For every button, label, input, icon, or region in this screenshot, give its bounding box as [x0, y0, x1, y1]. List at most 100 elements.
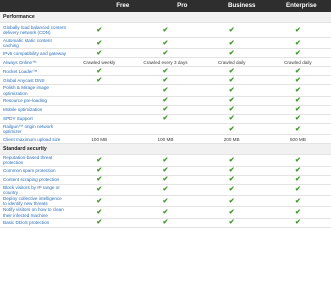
plan-cell: ✔: [198, 195, 265, 208]
checkmark-icon: ✔: [228, 125, 235, 133]
checkmark-icon: ✔: [96, 156, 103, 164]
plan-cell-value: 100 MB: [132, 134, 199, 145]
checkmark-icon: ✔: [228, 219, 235, 227]
checkmark-icon: ✔: [162, 76, 169, 84]
plan-cell: ✔: [264, 105, 331, 115]
feature-row: IPv6 compatibility and gateway ✔ ✔ ✔ ✔: [0, 48, 331, 59]
checkmark-icon: ✔: [294, 156, 301, 164]
feature-link[interactable]: Rocket Loader™: [0, 66, 67, 77]
plan-cell: ✔: [132, 96, 199, 106]
checkmark-icon: ✔: [228, 197, 235, 205]
checkmark-icon: ✔: [162, 176, 169, 184]
feature-link[interactable]: Block visitors by IP range or country: [0, 184, 67, 197]
checkmark-icon: ✔: [228, 97, 235, 105]
feature-row: Notify visitors on how to clean their in…: [0, 206, 331, 219]
plan-cell-value: 500 MB: [264, 134, 331, 145]
plan-cell: ✔: [198, 218, 265, 228]
plan-cell: ✔: [132, 105, 199, 115]
plan-cell: ✔: [66, 48, 133, 59]
checkmark-icon: ✔: [294, 26, 301, 34]
checkmark-icon: ✔: [228, 176, 235, 184]
plan-cell-empty: [66, 114, 133, 124]
plan-cell: ✔: [198, 154, 265, 167]
feature-link[interactable]: Resource pre-loading: [0, 96, 67, 106]
checkmark-icon: ✔: [228, 87, 235, 95]
plan-cell: ✔: [264, 22, 331, 38]
checkmark-icon: ✔: [96, 76, 103, 84]
checkmark-icon: ✔: [162, 106, 169, 114]
checkmark-icon: ✔: [96, 167, 103, 175]
feature-link[interactable]: Content scraping protection: [0, 175, 67, 185]
checkmark-icon: ✔: [96, 209, 103, 217]
checkmark-icon: ✔: [228, 209, 235, 217]
checkmark-icon: ✔: [294, 125, 301, 133]
plan-cell: ✔: [264, 123, 331, 136]
checkmark-icon: ✔: [96, 39, 103, 47]
checkmark-icon: ✔: [162, 219, 169, 227]
checkmark-icon: ✔: [228, 67, 235, 75]
plan-business-header[interactable]: Business: [212, 0, 272, 12]
plan-cell-value: Crawled every 3 days: [132, 57, 199, 68]
feature-row: Reputation-based threat protection ✔ ✔ ✔ ✔: [0, 154, 331, 167]
plan-cell-value: Crawled daily: [198, 57, 265, 68]
feature-grid: Performance Globally load balanced conten…: [0, 12, 331, 228]
plan-cell: ✔: [264, 154, 331, 167]
section-header: Standard security: [0, 143, 331, 156]
feature-link[interactable]: Common spam protection: [0, 166, 67, 176]
plan-cell: ✔: [198, 84, 265, 97]
feature-link[interactable]: Client maximum upload size: [0, 134, 67, 145]
feature-link[interactable]: Polish & Mirage image optimization: [0, 84, 67, 97]
feature-link[interactable]: SPDY Support: [0, 114, 67, 124]
plan-cell-value: Crawled daily: [264, 57, 331, 68]
checkmark-icon: ✔: [228, 39, 235, 47]
feature-link[interactable]: Deploy collective intelligence to identi…: [0, 195, 67, 208]
feature-link[interactable]: Basic DDoS protection: [0, 218, 67, 228]
checkmark-icon: ✔: [96, 186, 103, 194]
feature-link[interactable]: Globally load balanced content delivery …: [0, 22, 67, 38]
feature-link[interactable]: IPv6 compatibility and gateway: [0, 48, 67, 59]
plan-cell: ✔: [264, 195, 331, 208]
feature-link[interactable]: Automatic static content caching: [0, 37, 67, 50]
feature-link[interactable]: Global Anycast DNS: [0, 75, 67, 86]
feature-link[interactable]: Mobile optimization: [0, 105, 67, 115]
plan-cell: ✔: [132, 37, 199, 50]
plan-cell-empty: [66, 84, 133, 97]
plan-header-row: Free Pro Business Enterprise: [0, 0, 331, 12]
checkmark-icon: ✔: [162, 39, 169, 47]
plan-cell: ✔: [66, 166, 133, 176]
plan-cell: ✔: [66, 218, 133, 228]
checkmark-icon: ✔: [294, 209, 301, 217]
checkmark-icon: ✔: [96, 67, 103, 75]
feature-link[interactable]: Reputation-based threat protection: [0, 154, 67, 167]
plan-free-header[interactable]: Free: [93, 0, 153, 12]
plan-cell: ✔: [198, 184, 265, 197]
checkmark-icon: ✔: [162, 209, 169, 217]
feature-link[interactable]: Railgun™ origin network optimizer: [0, 123, 67, 136]
plan-cell-empty: [66, 105, 133, 115]
feature-link[interactable]: Notify visitors on how to clean their in…: [0, 206, 67, 219]
plan-cell: ✔: [264, 218, 331, 228]
checkmark-icon: ✔: [294, 176, 301, 184]
plan-cell: ✔: [198, 175, 265, 185]
plan-cell: ✔: [264, 75, 331, 86]
plan-cell: ✔: [132, 206, 199, 219]
feature-row: Automatic static content caching ✔ ✔ ✔ ✔: [0, 37, 331, 50]
checkmark-icon: ✔: [294, 197, 301, 205]
checkmark-icon: ✔: [294, 49, 301, 57]
plan-cell: ✔: [132, 66, 199, 77]
feature-row: Basic DDoS protection ✔ ✔ ✔ ✔: [0, 218, 331, 228]
checkmark-icon: ✔: [162, 87, 169, 95]
plan-cell: ✔: [198, 48, 265, 59]
feature-row: SPDY Support ✔ ✔ ✔: [0, 114, 331, 124]
plan-cell: ✔: [264, 175, 331, 185]
plan-cell: ✔: [132, 175, 199, 185]
checkmark-icon: ✔: [96, 176, 103, 184]
plan-cell-empty: [66, 96, 133, 106]
feature-link[interactable]: Always Online™: [0, 57, 67, 68]
plan-cell: ✔: [198, 166, 265, 176]
plan-pro-header[interactable]: Pro: [153, 0, 213, 12]
plan-cell: ✔: [264, 166, 331, 176]
feature-row: Always Online™ Crawled weekly Crawled ever…: [0, 57, 331, 68]
feature-row: Railgun™ origin network optimizer ✔ ✔: [0, 123, 331, 136]
plan-enterprise-header[interactable]: Enterprise: [272, 0, 331, 12]
